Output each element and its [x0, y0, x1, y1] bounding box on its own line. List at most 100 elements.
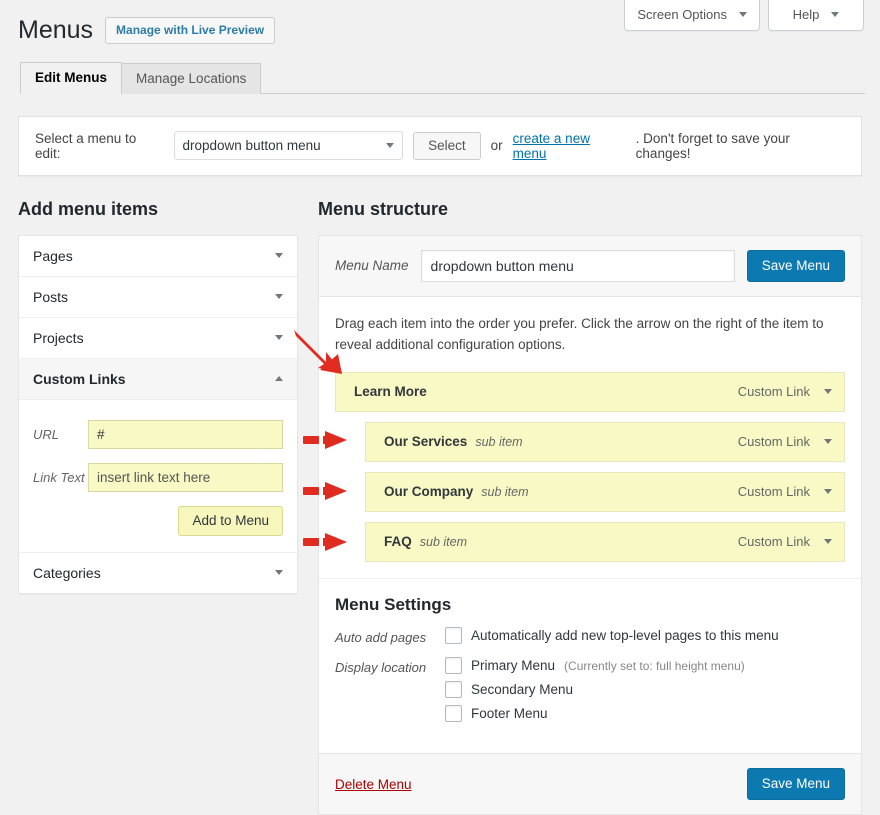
screen-options-button[interactable]: Screen Options — [624, 0, 760, 31]
save-menu-button-top[interactable]: Save Menu — [747, 250, 845, 282]
chevron-down-icon[interactable] — [824, 439, 832, 444]
menu-item-title: FAQ — [384, 534, 412, 549]
display-location-row: Display location Primary Menu (Currently… — [335, 657, 845, 729]
menu-structure-body: Drag each item into the order you prefer… — [319, 297, 861, 578]
delete-menu-link[interactable]: Delete Menu — [335, 777, 412, 792]
menu-panel-footer: Delete Menu Save Menu — [319, 753, 861, 814]
url-input[interactable] — [88, 420, 283, 449]
menu-select-dropdown[interactable]: dropdown button menu — [174, 131, 404, 160]
drag-hint-text: Drag each item into the order you prefer… — [335, 313, 845, 356]
menu-item-left: Learn More — [354, 384, 435, 399]
page-title: Menus — [18, 14, 93, 47]
location-primary-menu-row[interactable]: Primary Menu (Currently set to: full hei… — [445, 657, 845, 674]
menu-name-label: Menu Name — [335, 258, 409, 273]
chevron-down-icon — [275, 570, 283, 575]
menu-item-title: Our Company — [384, 484, 473, 499]
location-footer-menu-row[interactable]: Footer Menu — [445, 705, 845, 722]
nav-tabs: Edit Menus Manage Locations — [20, 61, 865, 94]
menu-item-left: FAQ sub item — [384, 534, 467, 549]
chevron-down-icon — [831, 12, 839, 17]
menu-item-type: Custom Link — [738, 384, 810, 399]
create-new-menu-link[interactable]: create a new menu — [513, 131, 626, 161]
accordion-item-posts[interactable]: Posts — [19, 277, 297, 318]
chevron-down-icon — [275, 294, 283, 299]
save-menu-button-bottom[interactable]: Save Menu — [747, 768, 845, 800]
accordion-item-custom-links[interactable]: Custom Links — [19, 359, 297, 400]
location-primary-menu-label: Primary Menu — [471, 658, 555, 673]
menu-item-faq[interactable]: FAQ sub item Custom Link — [365, 522, 845, 562]
add-menu-items-column: Add menu items Pages Posts Projects Cust… — [18, 198, 298, 594]
menu-item-left: Our Company sub item — [384, 484, 529, 499]
accordion-label-categories: Categories — [33, 565, 101, 581]
auto-add-pages-checkbox[interactable] — [445, 627, 462, 644]
accordion-label-pages: Pages — [33, 248, 73, 264]
chevron-down-icon — [739, 12, 747, 17]
menu-item-left: Our Services sub item — [384, 434, 523, 449]
menu-item-type: Custom Link — [738, 484, 810, 499]
auto-add-pages-label: Auto add pages — [335, 627, 445, 651]
menu-item-subtext: sub item — [475, 435, 522, 449]
menu-editor-columns: Add menu items Pages Posts Projects Cust… — [18, 198, 862, 815]
select-menu-label: Select a menu to edit: — [35, 131, 164, 161]
display-location-options: Primary Menu (Currently set to: full hei… — [445, 657, 845, 729]
chevron-up-icon — [275, 376, 283, 381]
chevron-down-icon — [386, 143, 394, 148]
menu-item-right: Custom Link — [738, 384, 832, 399]
accordion-item-categories[interactable]: Categories — [19, 553, 297, 593]
location-footer-menu-label: Footer Menu — [471, 706, 548, 721]
help-button[interactable]: Help — [768, 0, 864, 31]
menu-item-title: Learn More — [354, 384, 427, 399]
menu-structure-column: Menu structure Menu Name Save Menu Drag … — [318, 198, 862, 815]
add-menu-items-accordion: Pages Posts Projects Custom Links URL — [18, 235, 298, 594]
menu-item-right: Custom Link — [738, 484, 832, 499]
menu-item-learn-more[interactable]: Learn More Custom Link — [335, 372, 845, 412]
select-button[interactable]: Select — [413, 132, 481, 160]
menu-structure-heading: Menu structure — [318, 198, 862, 221]
screen-options-label: Screen Options — [637, 7, 727, 22]
location-secondary-menu-row[interactable]: Secondary Menu — [445, 681, 845, 698]
manage-with-live-preview-button[interactable]: Manage with Live Preview — [105, 17, 275, 44]
menu-item-our-company[interactable]: Our Company sub item Custom Link — [365, 472, 845, 512]
location-footer-menu-checkbox[interactable] — [445, 705, 462, 722]
accordion-label-posts: Posts — [33, 289, 68, 305]
accordion-item-projects[interactable]: Projects — [19, 318, 297, 359]
menu-select-value: dropdown button menu — [183, 138, 321, 153]
menu-settings-section: Menu Settings Auto add pages Automatical… — [319, 578, 861, 753]
menu-item-right: Custom Link — [738, 534, 832, 549]
help-label: Help — [793, 7, 820, 22]
link-text-input[interactable] — [88, 463, 283, 492]
save-reminder-text: . Don't forget to save your changes! — [636, 131, 845, 161]
location-secondary-menu-checkbox[interactable] — [445, 681, 462, 698]
location-primary-menu-checkbox[interactable] — [445, 657, 462, 674]
menu-item-title: Our Services — [384, 434, 467, 449]
menu-item-right: Custom Link — [738, 434, 832, 449]
menu-item-type: Custom Link — [738, 534, 810, 549]
tab-manage-locations[interactable]: Manage Locations — [121, 63, 261, 94]
custom-links-panel: URL Link Text Add to Menu — [19, 400, 297, 553]
chevron-down-icon — [275, 253, 283, 258]
accordion-label-custom-links: Custom Links — [33, 371, 126, 387]
location-primary-menu-note: (Currently set to: full height menu) — [564, 659, 745, 673]
screen-meta-links: Screen Options Help — [624, 0, 864, 31]
auto-add-pages-checkbox-row[interactable]: Automatically add new top-level pages to… — [445, 627, 845, 644]
menu-item-subtext: sub item — [420, 535, 467, 549]
add-to-menu-button[interactable]: Add to Menu — [178, 506, 283, 536]
menu-item-subtext: sub item — [481, 485, 528, 499]
link-text-field-row: Link Text — [33, 463, 283, 492]
chevron-down-icon[interactable] — [824, 489, 832, 494]
auto-add-pages-option-label: Automatically add new top-level pages to… — [471, 628, 779, 643]
or-text: or — [491, 138, 503, 153]
menu-name-input[interactable] — [421, 250, 735, 282]
url-field-row: URL — [33, 420, 283, 449]
menu-item-our-services[interactable]: Our Services sub item Custom Link — [365, 422, 845, 462]
link-text-label: Link Text — [33, 470, 88, 485]
auto-add-pages-options: Automatically add new top-level pages to… — [445, 627, 845, 651]
auto-add-pages-row: Auto add pages Automatically add new top… — [335, 627, 845, 651]
add-menu-items-heading: Add menu items — [18, 198, 298, 221]
accordion-item-pages[interactable]: Pages — [19, 236, 297, 277]
chevron-down-icon[interactable] — [824, 539, 832, 544]
url-label: URL — [33, 427, 88, 442]
tab-edit-menus[interactable]: Edit Menus — [20, 62, 122, 94]
menu-settings-heading: Menu Settings — [335, 595, 845, 615]
chevron-down-icon[interactable] — [824, 389, 832, 394]
